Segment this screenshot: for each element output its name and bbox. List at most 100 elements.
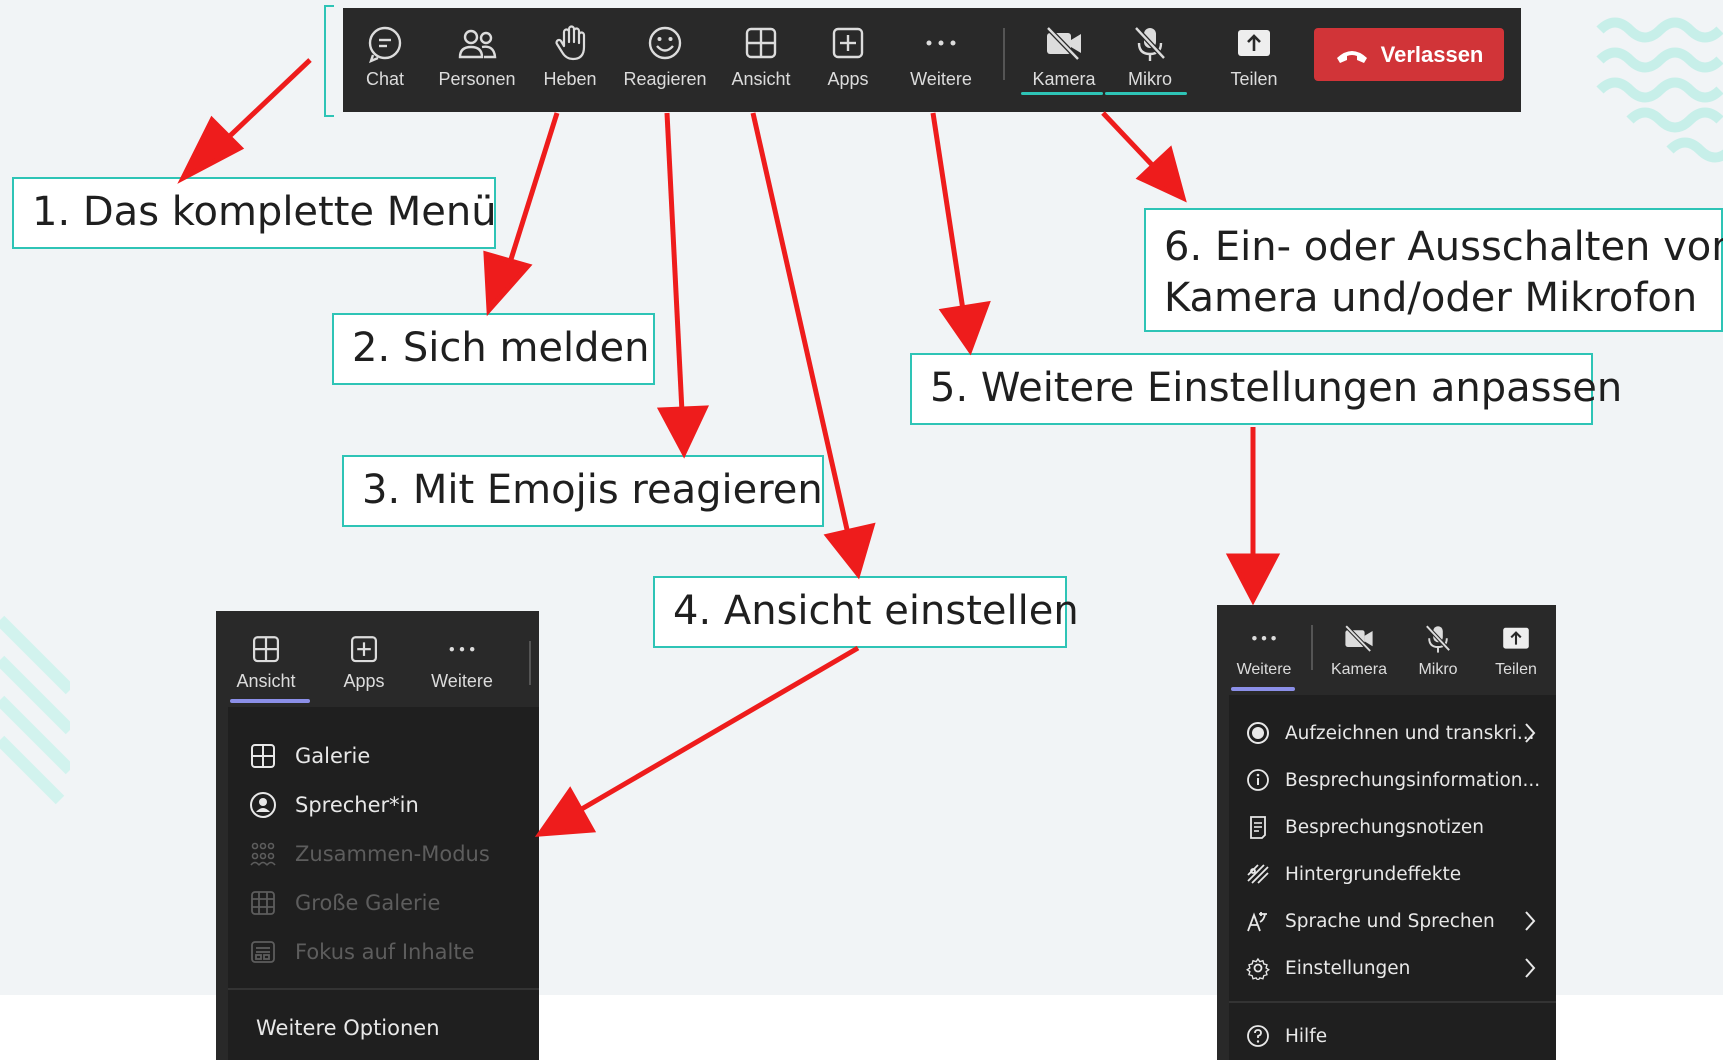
view-button[interactable]: Ansicht xyxy=(717,8,805,112)
share-icon xyxy=(1503,627,1529,649)
toolbar-label-chat: Chat xyxy=(365,69,405,89)
toolbar-label-view: Ansicht xyxy=(731,69,791,89)
menu-item-language[interactable]: Sprache und Sprechen xyxy=(1229,898,1556,944)
more-menu-panel: Weitere Kamera Mikro Teilen Aufzeichnen … xyxy=(1217,605,1556,1060)
chevron-right-icon xyxy=(1525,911,1536,931)
background-effects-icon xyxy=(1247,864,1269,884)
menu-item-record[interactable]: Aufzeichnen und transkri... xyxy=(1229,710,1556,756)
more-options-label: Weitere Optionen xyxy=(256,1016,440,1040)
settings-icon xyxy=(1246,957,1270,980)
menu-item-focus-content-label: Fokus auf Inhalte xyxy=(295,940,475,964)
tab-camera[interactable]: Kamera xyxy=(1319,605,1399,695)
mic-toggle-button[interactable]: Mikro xyxy=(1108,8,1192,112)
grid-icon xyxy=(252,636,280,663)
arrow-to-more-panel xyxy=(1225,427,1281,606)
toolbar-label-camera: Kamera xyxy=(1032,69,1096,89)
gallery-icon xyxy=(251,744,275,768)
callout-emoji-react: 3. Mit Emojis reagieren xyxy=(342,455,824,527)
menu-item-meeting-notes-label: Besprechungsnotizen xyxy=(1285,816,1485,838)
more-button[interactable]: Weitere xyxy=(891,8,991,112)
info-icon xyxy=(1247,769,1269,791)
together-mode-icon xyxy=(250,842,276,866)
react-button[interactable]: Reagieren xyxy=(613,8,717,112)
tab-more[interactable]: Weitere xyxy=(1217,605,1311,695)
share-icon xyxy=(1238,30,1270,56)
menu-item-focus-content: Fokus auf Inhalte xyxy=(228,928,539,976)
toolbar-label-apps: Apps xyxy=(827,69,869,89)
callout-complete-menu: 1. Das komplette Menü xyxy=(12,177,497,249)
callout-more-settings: 5. Weitere Einstellungen anpassen xyxy=(910,353,1622,425)
tab-apps-label: Apps xyxy=(343,671,385,691)
decorative-wave-pattern xyxy=(1596,17,1723,163)
tab-view-label: Ansicht xyxy=(236,671,296,691)
chevron-right-icon xyxy=(1525,958,1536,978)
record-icon xyxy=(1247,722,1269,744)
menu-item-together-mode-label: Zusammen-Modus xyxy=(295,842,490,866)
chat-button[interactable]: Chat xyxy=(343,8,427,112)
callout-3-text: 3. Mit Emojis reagieren xyxy=(362,467,823,513)
arrow-to-view-panel xyxy=(534,645,860,837)
toolbar-label-share: Teilen xyxy=(1230,69,1278,89)
tab-view-underline xyxy=(230,699,310,703)
menu-item-speaker[interactable]: Sprecher*in xyxy=(228,781,539,829)
tab-more-label: Weitere xyxy=(431,671,493,691)
callout-1-text: 1. Das komplette Menü xyxy=(32,189,497,235)
mic-off-icon xyxy=(1425,624,1451,653)
menu-item-meeting-info-label: Besprechungsinformation... xyxy=(1285,769,1541,791)
menu-item-meeting-info[interactable]: Besprechungsinformation... xyxy=(1229,757,1556,803)
camera-off-icon xyxy=(1046,26,1081,61)
menu-divider xyxy=(228,988,539,990)
meeting-toolbar: Chat Personen Heben Reagieren Ansicht Ap… xyxy=(343,8,1521,112)
menu-item-background-effects-label: Hintergrundeffekte xyxy=(1285,863,1462,885)
callout-6-line1: 6. Ein- oder Ausschalten von xyxy=(1164,224,1723,270)
menu-item-background-effects[interactable]: Hintergrundeffekte xyxy=(1229,851,1556,897)
large-gallery-icon xyxy=(251,891,275,915)
tab-more-label: Weitere xyxy=(1236,661,1292,678)
focus-content-icon xyxy=(251,941,275,963)
tab-more-underline xyxy=(1231,687,1295,691)
toolbar-label-raise-hand: Heben xyxy=(543,69,597,89)
callout-6-line2: Kamera und/oder Mikrofon xyxy=(1164,275,1698,321)
menu-item-together-mode: Zusammen-Modus xyxy=(228,830,539,878)
help-icon xyxy=(1247,1025,1269,1047)
menu-item-gallery-label: Galerie xyxy=(295,744,371,768)
decorative-stripe-pattern xyxy=(0,615,70,805)
raise-hand-button[interactable]: Heben xyxy=(527,8,613,112)
apps-button[interactable]: Apps xyxy=(805,8,891,112)
more-icon xyxy=(1252,635,1276,641)
toolbar-bracket xyxy=(324,5,334,117)
notes-icon xyxy=(1250,816,1266,839)
menu-item-help[interactable]: Hilfe xyxy=(1229,1013,1556,1059)
leave-label: Verlassen xyxy=(1380,41,1484,67)
grid-icon xyxy=(745,27,777,59)
tab-more[interactable]: Weitere xyxy=(412,611,512,707)
arrow-to-more-settings xyxy=(930,112,991,356)
arrow-to-emoji-react xyxy=(656,112,710,459)
camera-active-underline xyxy=(1021,92,1103,95)
share-button[interactable]: Teilen xyxy=(1208,8,1300,112)
hang-up-icon xyxy=(1336,50,1367,63)
smiley-icon xyxy=(648,26,682,60)
tab-view[interactable]: Ansicht xyxy=(216,611,316,707)
tab-share[interactable]: Teilen xyxy=(1477,605,1555,695)
callout-raise-hand: 2. Sich melden xyxy=(332,313,655,385)
tab-apps[interactable]: Apps xyxy=(316,611,412,707)
more-options-item[interactable]: Weitere Optionen xyxy=(228,1004,539,1052)
menu-item-language-label: Sprache und Sprechen xyxy=(1285,910,1495,932)
more-menu: Aufzeichnen und transkri... Besprechungs… xyxy=(1229,695,1556,1060)
camera-toggle-button[interactable]: Kamera xyxy=(1020,8,1108,112)
toolbar-separator xyxy=(1003,28,1005,80)
view-menu: Galerie Sprecher*in Zusammen-Modus Große… xyxy=(228,707,539,1060)
menu-item-large-gallery-label: Große Galerie xyxy=(295,891,441,915)
people-icon xyxy=(458,29,497,59)
leave-button[interactable]: Verlassen xyxy=(1314,28,1504,81)
language-icon xyxy=(1247,912,1267,932)
menu-item-gallery[interactable]: Galerie xyxy=(228,732,539,780)
menu-item-settings[interactable]: Einstellungen xyxy=(1229,945,1556,991)
menu-item-meeting-notes[interactable]: Besprechungsnotizen xyxy=(1229,804,1556,850)
chat-icon xyxy=(368,26,402,64)
people-button[interactable]: Personen xyxy=(427,8,527,112)
more-icon xyxy=(926,40,956,46)
tab-mic[interactable]: Mikro xyxy=(1399,605,1477,695)
menu-divider xyxy=(1229,1001,1556,1003)
